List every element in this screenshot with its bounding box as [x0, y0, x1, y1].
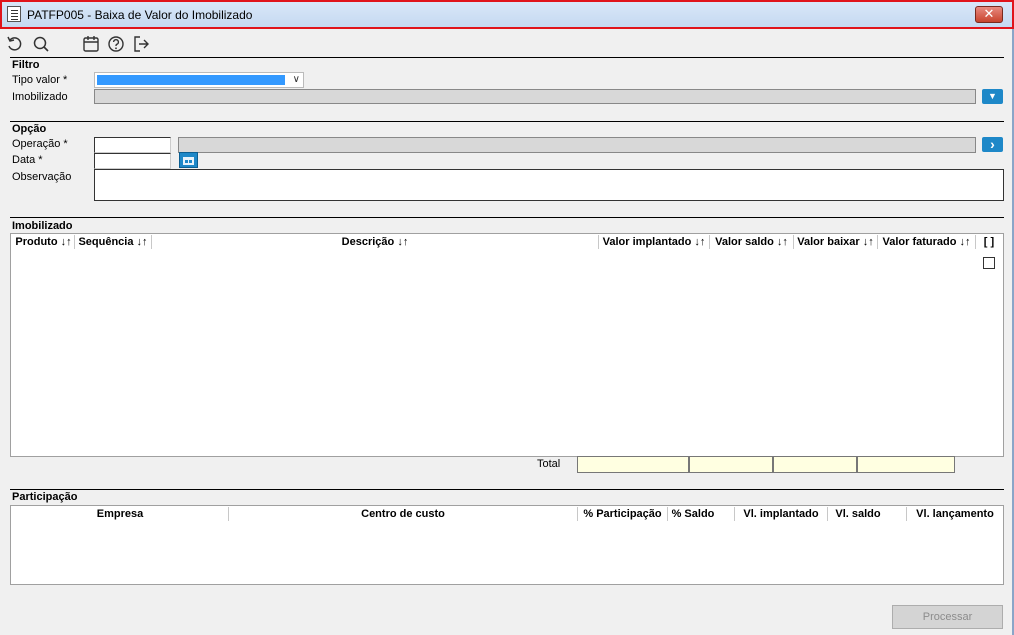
column-header-valor-faturado[interactable]: Valor faturado ↓↑ [878, 234, 975, 250]
column-header-produto[interactable]: Produto ↓↑ [13, 234, 74, 250]
filtro-separator [10, 57, 1004, 58]
observacao-label: Observação [12, 171, 72, 183]
column-header-valor-saldo[interactable]: Valor saldo ↓↑ [710, 234, 793, 250]
help-icon[interactable] [107, 35, 125, 53]
imobilizado-section-title: Imobilizado [12, 220, 73, 232]
tipo-valor-selection [97, 75, 285, 85]
search-icon[interactable] [32, 35, 50, 53]
column-header-valor-implantado[interactable]: Valor implantado ↓↑ [599, 234, 709, 250]
column-header-empresa[interactable]: Empresa [13, 506, 227, 522]
total-valor-implantado [577, 456, 689, 473]
total-valor-baixar [773, 456, 857, 473]
operacao-code-field[interactable] [94, 137, 171, 153]
column-header-vl-saldo[interactable]: Vl. saldo [828, 506, 888, 522]
exit-icon[interactable] [132, 35, 150, 53]
imobilizado-field[interactable] [94, 89, 976, 104]
operacao-label: Operação * [12, 138, 68, 150]
column-header-centro-de-custo[interactable]: Centro de custo [229, 506, 577, 522]
filtro-section-title: Filtro [12, 59, 40, 71]
total-valor-faturado [857, 456, 955, 473]
undo-icon[interactable] [6, 35, 24, 53]
operacao-description-field [178, 137, 976, 153]
select-all-checkbox[interactable] [983, 257, 995, 269]
tipo-valor-select[interactable]: ∨ [94, 72, 304, 88]
chevron-right-icon: › [990, 136, 995, 152]
filter-icon: ▼ [988, 91, 997, 101]
total-valor-saldo [689, 456, 773, 473]
chevron-down-icon[interactable]: ∨ [293, 74, 300, 85]
column-header-descricao[interactable]: Descrição ↓↑ [152, 234, 598, 250]
column-header-saldo[interactable]: % Saldo [668, 506, 718, 522]
document-icon [7, 6, 21, 22]
imobilizado-label: Imobilizado [12, 91, 68, 103]
window: PATFP005 - Baixa de Valor do Imobilizado… [0, 0, 1014, 635]
total-label: Total [537, 458, 561, 470]
close-button[interactable]: ✕ [975, 6, 1003, 23]
tipo-valor-label: Tipo valor * [12, 74, 68, 86]
column-header-vl-implantado[interactable]: Vl. implantado [735, 506, 827, 522]
imobilizado-separator [10, 217, 1004, 218]
column-header-sequencia[interactable]: Sequência ↓↑ [75, 234, 151, 250]
date-picker-icon[interactable] [179, 152, 198, 168]
column-header-vl-lancamento[interactable]: Vl. lançamento [907, 506, 1003, 522]
filter-button[interactable]: ▼ [982, 89, 1003, 104]
window-title: PATFP005 - Baixa de Valor do Imobilizado [27, 8, 253, 22]
participacao-separator [10, 489, 1004, 490]
observacao-textarea[interactable] [94, 169, 1004, 201]
column-header-select-all[interactable]: [ ] [976, 234, 1002, 250]
calendar-icon[interactable] [82, 35, 100, 53]
participacao-grid: Empresa Centro de custo % Participação %… [10, 505, 1004, 585]
title-bar: PATFP005 - Baixa de Valor do Imobilizado… [0, 0, 1014, 29]
imobilizado-grid: Produto ↓↑ Sequência ↓↑ Descrição ↓↑ Val… [10, 233, 1004, 457]
column-header-valor-baixar[interactable]: Valor baixar ↓↑ [794, 234, 877, 250]
operacao-search-button[interactable]: › [982, 137, 1003, 152]
opcao-section-title: Opção [12, 123, 47, 135]
column-header-participacao[interactable]: % Participação [578, 506, 667, 522]
data-field[interactable] [94, 153, 171, 169]
data-label: Data * [12, 154, 43, 166]
opcao-separator [10, 121, 1004, 122]
participacao-section-title: Participação [12, 491, 78, 503]
processar-button[interactable]: Processar [892, 605, 1003, 629]
